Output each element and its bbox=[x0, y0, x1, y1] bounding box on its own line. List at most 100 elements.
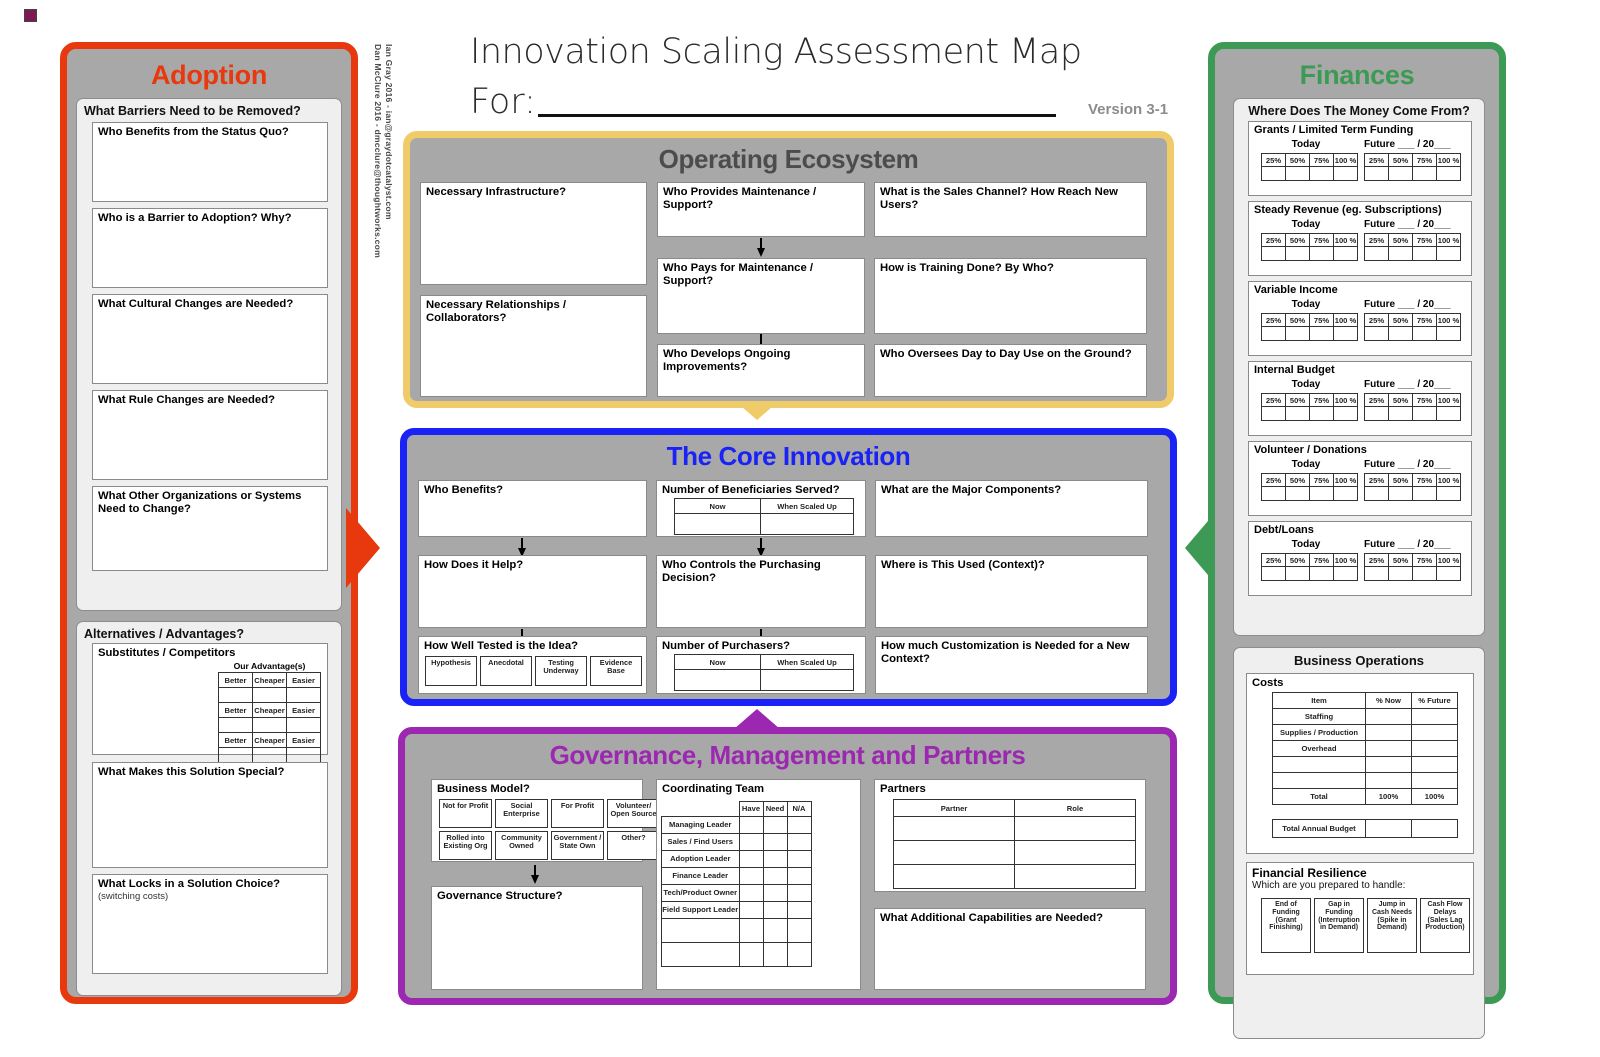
question-box[interactable]: Necessary Relationships / Collaborators? bbox=[420, 295, 647, 397]
resilience-option[interactable]: Gap inFunding(Interruptionin Demand) bbox=[1314, 898, 1364, 953]
percent-option[interactable]: 75% bbox=[1413, 474, 1437, 487]
costs-box[interactable]: Costs Item % Now % Future Staffing Suppl… bbox=[1246, 673, 1474, 854]
cost-cell[interactable] bbox=[1366, 741, 1412, 757]
percent-option[interactable]: 25% bbox=[1262, 154, 1286, 167]
percent-entry-cell[interactable] bbox=[1286, 167, 1310, 181]
business-model-option[interactable]: Community Owned bbox=[495, 831, 548, 860]
percent-option[interactable]: 25% bbox=[1262, 234, 1286, 247]
percent-entry-cell[interactable] bbox=[1334, 407, 1358, 421]
percent-entry-cell[interactable] bbox=[1310, 567, 1334, 581]
funding-source-card[interactable]: Grants / Limited Term FundingTodayFuture… bbox=[1248, 121, 1472, 196]
resilience-option[interactable]: Jump inCash Needs(Spike inDemand) bbox=[1367, 898, 1417, 953]
percent-option[interactable]: 100 % bbox=[1334, 154, 1358, 167]
percent-entry-cell[interactable] bbox=[1365, 407, 1389, 421]
question-box[interactable]: Number of Beneficiaries Served? Now When… bbox=[656, 480, 866, 537]
percent-entry-cell[interactable] bbox=[1389, 247, 1413, 261]
team-cell[interactable] bbox=[787, 884, 811, 901]
today-percent-table[interactable]: 25%50%75%100 % bbox=[1261, 393, 1358, 421]
percent-entry-cell[interactable] bbox=[1334, 247, 1358, 261]
percent-entry-cell[interactable] bbox=[1262, 567, 1286, 581]
team-cell[interactable] bbox=[787, 850, 811, 867]
cost-cell[interactable] bbox=[1366, 725, 1412, 741]
resilience-box[interactable]: Financial Resilience Which are you prepa… bbox=[1246, 862, 1474, 975]
percent-entry-cell[interactable] bbox=[1310, 407, 1334, 421]
percent-option[interactable]: 75% bbox=[1413, 394, 1437, 407]
percent-entry-cell[interactable] bbox=[1310, 167, 1334, 181]
question-box[interactable]: How is Training Done? By Who? bbox=[874, 258, 1147, 334]
team-cell[interactable] bbox=[739, 867, 763, 884]
percent-option[interactable]: 50% bbox=[1286, 154, 1310, 167]
percent-option[interactable]: 25% bbox=[1262, 314, 1286, 327]
team-role[interactable] bbox=[662, 918, 740, 942]
future-percent-table[interactable]: 25%50%75%100 % bbox=[1364, 393, 1461, 421]
team-cell[interactable] bbox=[787, 816, 811, 833]
business-model-option[interactable]: Government / State Own bbox=[551, 831, 604, 860]
percent-option[interactable]: 25% bbox=[1365, 234, 1389, 247]
percent-entry-cell[interactable] bbox=[1365, 327, 1389, 341]
percent-option[interactable]: 25% bbox=[1262, 554, 1286, 567]
costs-table[interactable]: Item % Now % Future Staffing Supplies / … bbox=[1272, 692, 1458, 805]
advantage-cell[interactable]: Better bbox=[219, 673, 253, 688]
future-percent-table[interactable]: 25%50%75%100 % bbox=[1364, 473, 1461, 501]
percent-entry-cell[interactable] bbox=[1389, 167, 1413, 181]
percent-option[interactable]: 100 % bbox=[1437, 474, 1461, 487]
percent-entry-cell[interactable] bbox=[1437, 247, 1461, 261]
percent-option[interactable]: 100 % bbox=[1437, 234, 1461, 247]
business-model-option[interactable]: Other? bbox=[607, 831, 660, 860]
cost-row-label[interactable] bbox=[1273, 757, 1366, 773]
team-cell[interactable] bbox=[739, 850, 763, 867]
percent-option[interactable]: 25% bbox=[1365, 154, 1389, 167]
team-cell[interactable] bbox=[763, 942, 787, 966]
team-cell[interactable] bbox=[763, 884, 787, 901]
percent-option[interactable]: 50% bbox=[1286, 394, 1310, 407]
team-cell[interactable] bbox=[739, 942, 763, 966]
advantage-table[interactable]: Better Cheaper Easier Better Cheaper Eas… bbox=[218, 672, 321, 763]
question-box[interactable]: What Locks in a Solution Choice? (switch… bbox=[92, 874, 328, 974]
business-model-box[interactable]: Business Model? Not for Profit Social En… bbox=[431, 779, 643, 862]
future-percent-table[interactable]: 25%50%75%100 % bbox=[1364, 233, 1461, 261]
advantage-cell[interactable]: Cheaper bbox=[253, 673, 287, 688]
percent-option[interactable]: 50% bbox=[1389, 314, 1413, 327]
advantage-cell[interactable]: Cheaper bbox=[253, 703, 287, 718]
percent-entry-cell[interactable] bbox=[1286, 487, 1310, 501]
percent-option[interactable]: 100 % bbox=[1437, 554, 1461, 567]
percent-entry-cell[interactable] bbox=[1262, 407, 1286, 421]
team-cell[interactable] bbox=[787, 867, 811, 884]
today-percent-table[interactable]: 25%50%75%100 % bbox=[1261, 553, 1358, 581]
percent-entry-cell[interactable] bbox=[1437, 567, 1461, 581]
percent-option[interactable]: 100 % bbox=[1334, 394, 1358, 407]
percent-option[interactable]: 75% bbox=[1310, 314, 1334, 327]
question-box[interactable]: What Makes this Solution Special? bbox=[92, 762, 328, 868]
coordinating-team-table[interactable]: Have Need N/A Managing Leader Sales / Fi… bbox=[661, 801, 812, 967]
resilience-option[interactable]: Cash FlowDelays(Sales LagProduction) bbox=[1420, 898, 1470, 953]
team-cell[interactable] bbox=[787, 833, 811, 850]
scale-table[interactable]: Now When Scaled Up bbox=[674, 654, 854, 691]
advantage-cell[interactable]: Better bbox=[219, 703, 253, 718]
percent-option[interactable]: 75% bbox=[1310, 394, 1334, 407]
percent-entry-cell[interactable] bbox=[1286, 567, 1310, 581]
team-cell[interactable] bbox=[763, 850, 787, 867]
for-blank-line[interactable] bbox=[538, 114, 1056, 117]
question-box[interactable]: What are the Major Components? bbox=[875, 480, 1148, 537]
team-cell[interactable] bbox=[763, 816, 787, 833]
future-percent-table[interactable]: 25%50%75%100 % bbox=[1364, 153, 1461, 181]
question-box[interactable]: How Does it Help? bbox=[418, 555, 647, 628]
percent-option[interactable]: 75% bbox=[1413, 314, 1437, 327]
percent-entry-cell[interactable] bbox=[1437, 487, 1461, 501]
percent-option[interactable]: 50% bbox=[1389, 474, 1413, 487]
funding-source-card[interactable]: Variable IncomeTodayFuture ___ / 20___25… bbox=[1248, 281, 1472, 356]
team-role[interactable] bbox=[662, 942, 740, 966]
advantage-cell[interactable]: Easier bbox=[287, 733, 321, 748]
team-cell[interactable] bbox=[763, 833, 787, 850]
team-cell[interactable] bbox=[739, 901, 763, 918]
percent-entry-cell[interactable] bbox=[1334, 327, 1358, 341]
percent-option[interactable]: 100 % bbox=[1334, 234, 1358, 247]
partner-cell[interactable] bbox=[894, 865, 1015, 889]
partner-cell[interactable] bbox=[1015, 817, 1136, 841]
percent-option[interactable]: 25% bbox=[1365, 474, 1389, 487]
percent-option[interactable]: 25% bbox=[1262, 394, 1286, 407]
question-box[interactable]: What Other Organizations or Systems Need… bbox=[92, 486, 328, 571]
tested-option[interactable]: Testing Underway bbox=[535, 656, 587, 686]
percent-entry-cell[interactable] bbox=[1413, 167, 1437, 181]
percent-entry-cell[interactable] bbox=[1286, 327, 1310, 341]
